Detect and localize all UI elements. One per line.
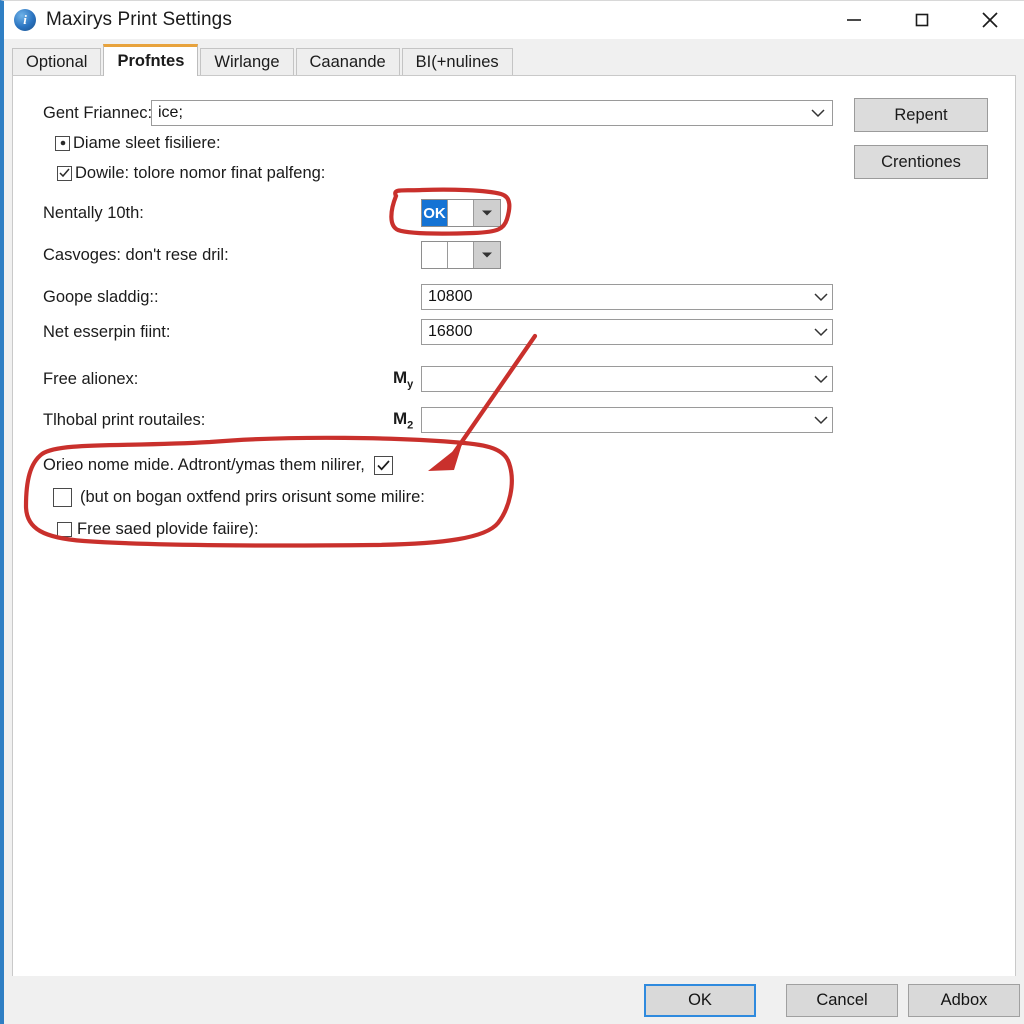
- dialog-footer: OK Cancel Adbox: [8, 976, 1024, 1024]
- combo-goope-sladdig-value: 10800: [428, 288, 473, 305]
- combo-net-esserpin-value: 16800: [428, 323, 473, 340]
- field-row-dowile[interactable]: Dowile: tolore nomor finat palfeng:: [57, 158, 325, 188]
- field-row-net-esserpin: Net esserpin fiint: 16800: [43, 317, 833, 347]
- label-goope-sladdig: Goope sladdig::: [43, 287, 159, 306]
- label-gent-friannec: Gent Friannec:: [43, 103, 153, 122]
- chevron-down-icon[interactable]: [474, 242, 500, 268]
- checkbox-orieo-nome[interactable]: [373, 455, 393, 475]
- checkbox-row-bogan-oxtfend[interactable]: (but on bogan oxtfend prirs orisunt some…: [53, 482, 425, 512]
- checkbox-row-free-saed[interactable]: Free saed plovide faiire):: [57, 514, 259, 544]
- ok-button[interactable]: OK: [644, 984, 756, 1017]
- window-controls: [820, 1, 1024, 39]
- cancel-button[interactable]: Cancel: [786, 984, 898, 1017]
- label-tlhobal-print: Tlhobal print routailes:: [43, 410, 206, 429]
- field-row-goope-sladdig: Goope sladdig:: 10800: [43, 282, 833, 312]
- close-icon[interactable]: [956, 1, 1024, 39]
- combo-goope-sladdig[interactable]: 10800: [421, 284, 833, 310]
- chevron-down-icon[interactable]: [810, 320, 832, 344]
- combo-nentally[interactable]: OK: [421, 199, 501, 227]
- combo-casvoges[interactable]: [421, 241, 501, 269]
- field-row-casvoges: Casvoges: don't rese dril:: [43, 240, 523, 270]
- label-free-saed: Free saed plovide faiire):: [77, 519, 259, 538]
- field-row-tlhobal-print: Tlhobal print routailes: M2: [43, 405, 833, 435]
- label-nentally: Nentally 10th:: [43, 203, 144, 222]
- info-circle-icon: i: [14, 9, 36, 31]
- tab-binulines[interactable]: BI(+nulines: [401, 48, 513, 76]
- combo-casvoges-blank: [448, 242, 474, 268]
- field-row-nentally: Nentally 10th: OK: [43, 198, 523, 228]
- input-gent-friannec-value: ice;: [158, 104, 183, 121]
- tab-panel-profntes: Gent Friannec: ice; Diame sleet fisilier…: [12, 75, 1016, 1011]
- checkbox-diame-sleet[interactable]: [55, 135, 70, 151]
- tab-wirlange[interactable]: Wirlange: [200, 48, 294, 76]
- unit-prefix-my: My: [393, 367, 414, 391]
- tab-profntes[interactable]: Profntes: [103, 44, 199, 76]
- combo-free-alionex[interactable]: [421, 366, 833, 392]
- label-casvoges: Casvoges: don't rese dril:: [43, 245, 229, 264]
- crentiones-button[interactable]: Crentiones: [854, 145, 988, 179]
- tab-caanande[interactable]: Caanande: [295, 48, 400, 76]
- tab-optional[interactable]: Optional: [12, 48, 102, 76]
- label-bogan-oxtfend: (but on bogan oxtfend prirs orisunt some…: [80, 487, 425, 506]
- chevron-down-icon[interactable]: [474, 200, 500, 226]
- combo-nentally-value: OK: [422, 200, 448, 226]
- title-bar: i Maxirys Print Settings: [4, 1, 1024, 39]
- label-orieo-nome: Orieo nome mide. Adtront/ymas them nilir…: [43, 455, 365, 474]
- combo-net-esserpin[interactable]: 16800: [421, 319, 833, 345]
- checkbox-row-orieo-nome[interactable]: Orieo nome mide. Adtront/ymas them nilir…: [43, 450, 393, 480]
- unit-prefix-m2: M2: [393, 408, 414, 432]
- field-row-gent-friannec: Gent Friannec: ice;: [43, 98, 833, 128]
- chevron-down-icon[interactable]: [810, 367, 832, 391]
- chevron-down-icon[interactable]: [807, 108, 829, 118]
- label-dowile: Dowile: tolore nomor finat palfeng:: [75, 163, 326, 182]
- window-title: Maxirys Print Settings: [46, 9, 232, 30]
- label-net-esserpin: Net esserpin fiint:: [43, 322, 171, 341]
- minimize-icon[interactable]: [820, 1, 888, 39]
- combo-tlhobal-print[interactable]: [421, 407, 833, 433]
- label-diame-sleet: Diame sleet fisiliere:: [73, 133, 221, 152]
- maximize-icon[interactable]: [888, 1, 956, 39]
- combo-nentally-blank: [448, 200, 474, 226]
- checkbox-dowile[interactable]: [57, 165, 72, 181]
- field-row-diame-sleet[interactable]: Diame sleet fisiliere:: [55, 128, 221, 158]
- tab-strip: Optional Profntes Wirlange Caanande BI(+…: [12, 44, 1020, 76]
- chevron-down-icon[interactable]: [810, 408, 832, 432]
- checkbox-free-saed[interactable]: [57, 521, 72, 537]
- adbox-button[interactable]: Adbox: [908, 984, 1020, 1017]
- field-row-free-alionex: Free alionex: My: [43, 364, 833, 394]
- input-gent-friannec[interactable]: ice;: [151, 100, 833, 126]
- repent-button[interactable]: Repent: [854, 98, 988, 132]
- combo-casvoges-value: [422, 242, 448, 268]
- print-settings-window: i Maxirys Print Settings Optional Profnt…: [0, 0, 1024, 1024]
- label-free-alionex: Free alionex:: [43, 369, 139, 388]
- checkbox-bogan-oxtfend[interactable]: [53, 487, 72, 507]
- chevron-down-icon[interactable]: [810, 285, 832, 309]
